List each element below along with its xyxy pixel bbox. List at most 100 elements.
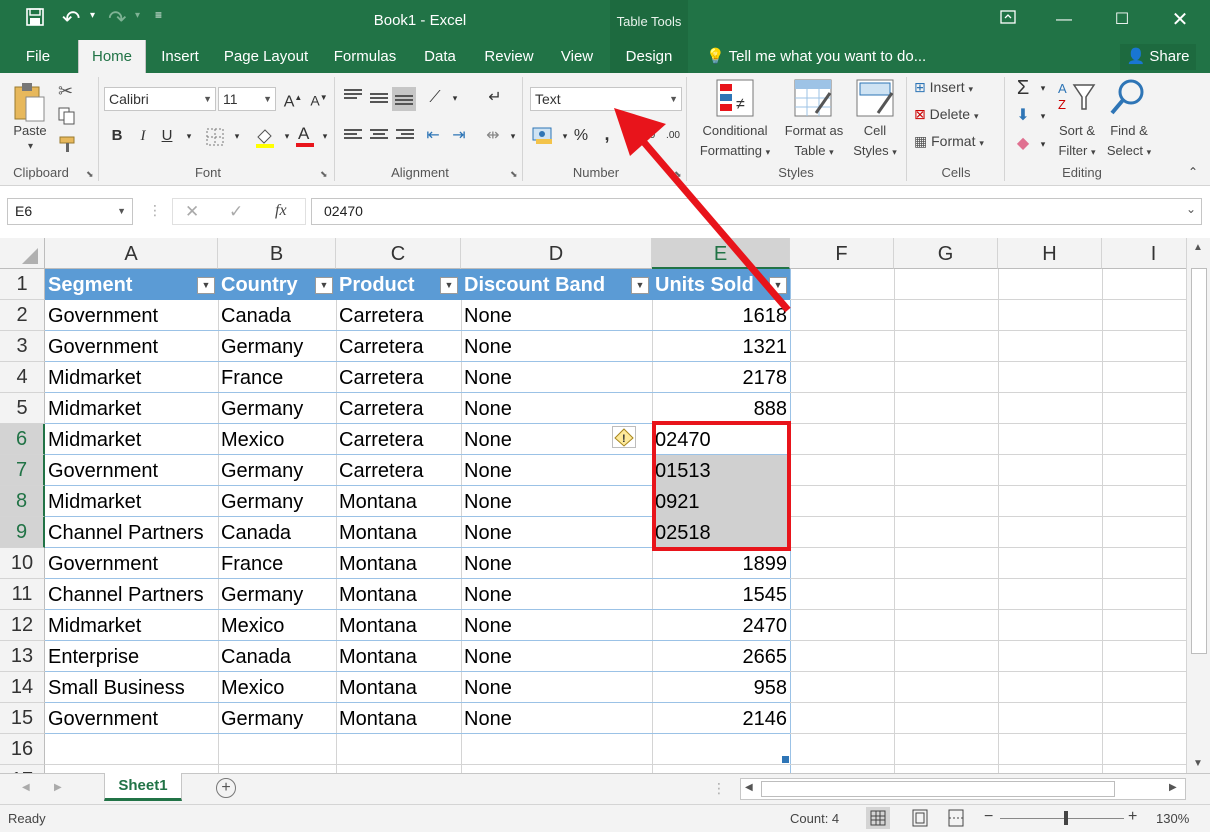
font-color-dropdown-icon[interactable]: ▾ (314, 125, 336, 147)
paste-icon[interactable] (12, 81, 48, 126)
cell[interactable]: Carretera (336, 331, 461, 362)
close-icon[interactable]: ✕ (1162, 6, 1198, 34)
cell[interactable]: 1545 (652, 579, 790, 610)
clear-icon[interactable]: ◆ (1012, 133, 1034, 155)
cell[interactable]: None (461, 641, 652, 672)
tab-view[interactable]: View (552, 40, 602, 73)
row-header[interactable]: 7 (0, 455, 45, 486)
column-header-i[interactable]: I (1102, 238, 1186, 269)
zoom-slider-thumb[interactable] (1064, 811, 1068, 825)
horizontal-scroll-thumb[interactable] (761, 781, 1115, 797)
column-header-c[interactable]: C (336, 238, 461, 269)
row-header[interactable]: 9 (0, 517, 45, 548)
normal-view-icon[interactable] (866, 807, 890, 829)
underline-button[interactable]: U (156, 125, 178, 147)
cell[interactable]: Midmarket (45, 486, 218, 517)
scroll-right-icon[interactable]: ▶ (1169, 782, 1177, 793)
cell[interactable]: Channel Partners (45, 579, 218, 610)
filter-dropdown-icon[interactable]: ▼ (769, 277, 787, 294)
cell[interactable]: None (461, 393, 652, 424)
tab-insert[interactable]: Insert (152, 40, 208, 73)
cell[interactable]: Montana (336, 672, 461, 703)
tab-data[interactable]: Data (414, 40, 466, 73)
borders-icon[interactable] (206, 128, 224, 149)
cell[interactable]: Mexico (218, 610, 336, 641)
cell[interactable]: Government (45, 455, 218, 486)
tab-page-layout[interactable]: Page Layout (216, 40, 316, 73)
cell[interactable]: 888 (652, 393, 790, 424)
filter-dropdown-icon[interactable]: ▼ (631, 277, 649, 294)
filter-dropdown-icon[interactable]: ▼ (440, 277, 458, 294)
cell[interactable]: Midmarket (45, 610, 218, 641)
zoom-in-icon[interactable]: + (1128, 808, 1137, 826)
cell[interactable]: Midmarket (45, 362, 218, 393)
cell[interactable]: 1321 (652, 331, 790, 362)
tab-formulas[interactable]: Formulas (326, 40, 404, 73)
cell[interactable]: Government (45, 331, 218, 362)
paste-dropdown-icon[interactable]: ▾ (28, 141, 33, 152)
cell[interactable]: Carretera (336, 393, 461, 424)
prev-sheet-icon[interactable]: ◀ (22, 782, 30, 793)
insert-cells-button[interactable]: ⊞ Insert ▾ (914, 79, 973, 96)
table-header-cell[interactable]: Segment ▼ (45, 269, 218, 300)
row-header[interactable]: 6 (0, 424, 45, 455)
row-header[interactable]: 15 (0, 703, 45, 734)
enter-icon[interactable]: ✓ (229, 202, 243, 222)
font-name-combo[interactable]: Calibri ▼ (104, 87, 216, 111)
cell[interactable]: Montana (336, 486, 461, 517)
cell[interactable]: None (461, 579, 652, 610)
font-launcher-icon[interactable]: ⬊ (320, 169, 328, 180)
cell[interactable]: None (461, 610, 652, 641)
cell[interactable]: Montana (336, 579, 461, 610)
row-header[interactable]: 16 (0, 734, 45, 765)
expand-formula-bar-icon[interactable]: ⌄ (1186, 202, 1196, 216)
number-launcher-icon[interactable]: ⬊ (674, 169, 682, 180)
cell[interactable]: Midmarket (45, 393, 218, 424)
font-size-combo[interactable]: 11 ▼ (218, 87, 276, 111)
top-align-icon[interactable] (344, 89, 362, 103)
comma-style-button[interactable]: , (596, 123, 618, 145)
collapse-ribbon-icon[interactable]: ⌃ (1188, 165, 1198, 179)
magnifier-icon[interactable] (1108, 77, 1148, 120)
cell[interactable]: None (461, 548, 652, 579)
next-sheet-icon[interactable]: ▶ (54, 782, 62, 793)
orientation-dropdown-icon[interactable]: ▾ (444, 87, 466, 109)
table-header-cell[interactable]: Discount Band ▼ (461, 269, 652, 300)
row-header[interactable]: 1 (0, 269, 45, 300)
cell[interactable]: 1899 (652, 548, 790, 579)
minimize-icon[interactable]: — (1046, 6, 1082, 34)
row-header[interactable]: 3 (0, 331, 45, 362)
cell[interactable]: 2146 (652, 703, 790, 734)
cut-icon[interactable]: ✂ (58, 81, 73, 102)
autosum-icon[interactable]: Σ (1012, 77, 1034, 99)
cell[interactable]: Germany (218, 393, 336, 424)
share-button[interactable]: 👤 Share (1120, 44, 1196, 70)
column-header-d[interactable]: D (461, 238, 652, 269)
row-header[interactable]: 11 (0, 579, 45, 610)
column-header-g[interactable]: G (894, 238, 998, 269)
cell[interactable]: Canada (218, 517, 336, 548)
scroll-down-icon[interactable]: ▼ (1193, 758, 1203, 769)
sort-filter-button[interactable]: Sort & Filter ▾ (1050, 121, 1104, 162)
cell-styles-button[interactable]: Cell Styles ▾ (848, 121, 902, 162)
cell[interactable]: None (461, 455, 652, 486)
page-layout-view-icon[interactable] (908, 807, 932, 829)
formula-input[interactable]: 02470 (311, 198, 1202, 225)
cell[interactable]: 958 (652, 672, 790, 703)
cell[interactable]: None (461, 362, 652, 393)
row-header[interactable]: 14 (0, 672, 45, 703)
scroll-up-icon[interactable]: ▲ (1193, 242, 1203, 253)
cell[interactable]: Montana (336, 548, 461, 579)
horizontal-scrollbar[interactable]: ◀ ▶ (740, 778, 1186, 800)
sheet-tab-sheet1[interactable]: Sheet1 (104, 773, 182, 801)
cell[interactable]: Montana (336, 610, 461, 641)
cell[interactable]: 2470 (652, 610, 790, 641)
conditional-formatting-icon[interactable]: ≠ (716, 79, 754, 120)
grow-font-icon[interactable]: A▲ (282, 87, 304, 110)
maximize-icon[interactable]: ☐ (1104, 6, 1140, 34)
column-header-f[interactable]: F (790, 238, 894, 269)
cell[interactable]: Government (45, 548, 218, 579)
cell[interactable]: 2665 (652, 641, 790, 672)
merge-center-icon[interactable]: ⇹ (482, 125, 504, 147)
shrink-font-icon[interactable]: A▼ (308, 87, 330, 109)
